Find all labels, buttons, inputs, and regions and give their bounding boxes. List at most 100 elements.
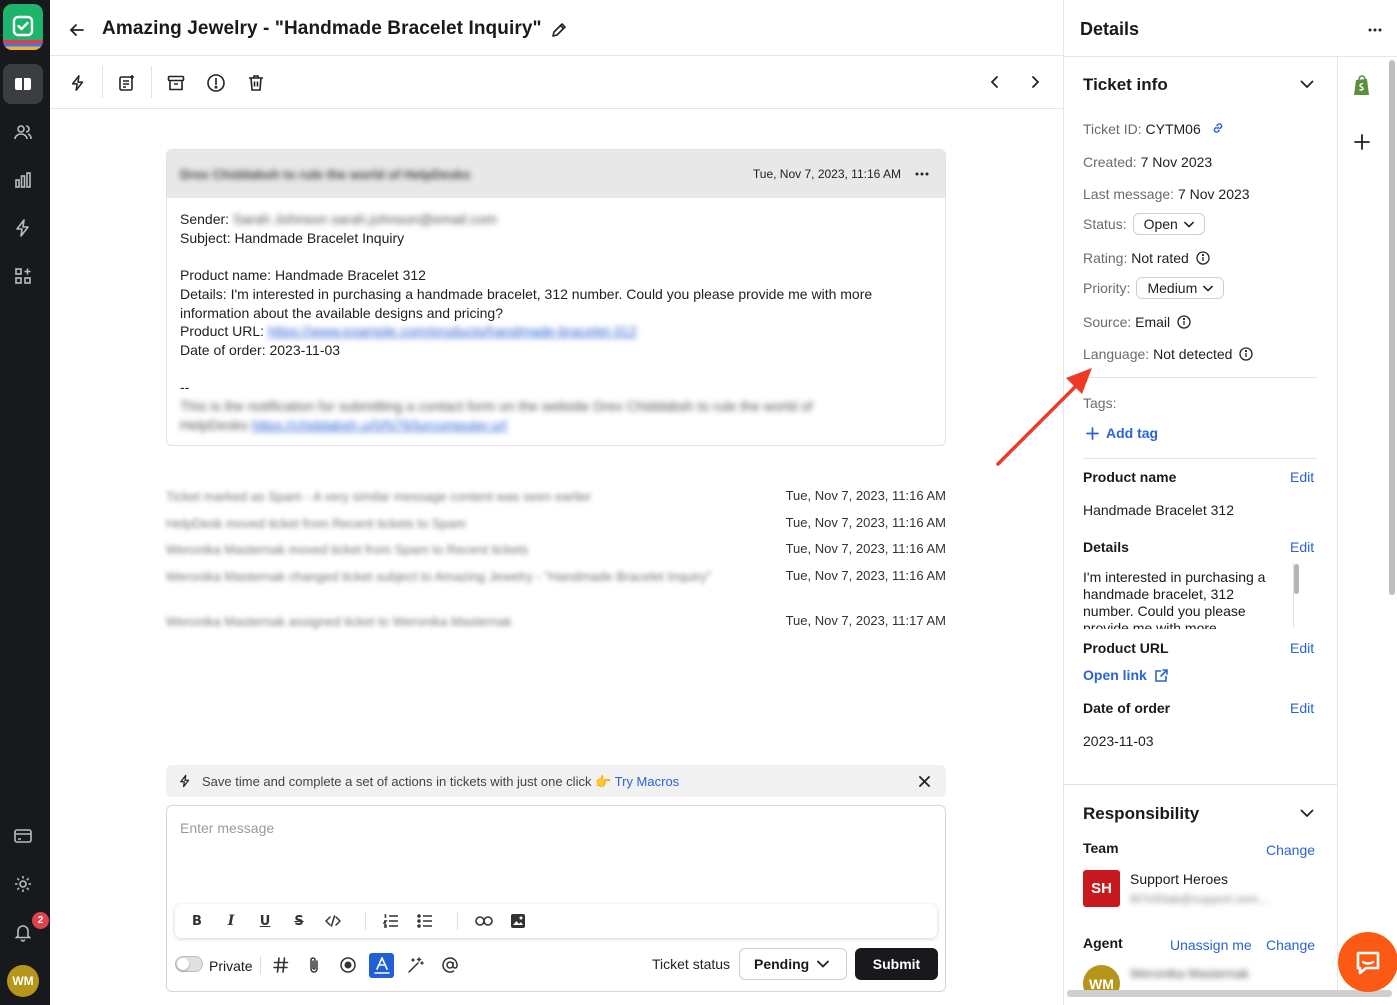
- logo-stripe: [3, 40, 43, 50]
- automation-nav-button[interactable]: [3, 208, 43, 248]
- panel-vertical-scrollbar[interactable]: [1389, 60, 1395, 595]
- formatting-toolbar: B I U S: [175, 904, 937, 938]
- tickets-nav-button[interactable]: [3, 64, 43, 104]
- macros-banner: Save time and complete a set of actions …: [166, 765, 946, 797]
- team-name: Support Heroes: [1130, 871, 1229, 887]
- users-icon: [14, 125, 32, 140]
- message-footer: This is the notification for submitting …: [180, 398, 813, 415]
- private-toggle[interactable]: [175, 956, 203, 972]
- try-macros-link[interactable]: Try Macros: [615, 774, 680, 789]
- hashtag-button[interactable]: [270, 954, 292, 976]
- bullet-list-button[interactable]: [415, 911, 435, 931]
- live-chat-button[interactable]: [1338, 932, 1397, 992]
- details-title: Details: [1080, 19, 1140, 39]
- copy-link-icon[interactable]: [1211, 121, 1225, 135]
- record-button[interactable]: [337, 954, 359, 976]
- bold-button[interactable]: B: [187, 911, 207, 931]
- next-ticket-button[interactable]: [1024, 71, 1046, 93]
- add-tag-label: Add tag: [1106, 425, 1159, 441]
- last-message-value: 7 Nov 2023: [1177, 186, 1250, 202]
- ticket-info-collapse-button[interactable]: [1296, 74, 1318, 94]
- customers-nav-button[interactable]: [3, 112, 43, 152]
- status-row: Status: Open: [1083, 213, 1205, 235]
- ticket-status-label: Ticket status: [652, 956, 731, 972]
- priority-row: Priority: Medium: [1083, 277, 1225, 299]
- apps-nav-button[interactable]: [3, 256, 43, 296]
- message-input[interactable]: Enter message: [180, 820, 274, 836]
- previous-ticket-button[interactable]: [984, 71, 1006, 93]
- event-text: Ticket marked as Spam - A very similar m…: [166, 489, 592, 504]
- insert-link-button[interactable]: [474, 911, 494, 931]
- delete-button[interactable]: [244, 71, 268, 95]
- event-row: Weronika Masternak changed ticket subjec…: [166, 568, 946, 606]
- alert-circle-icon: [207, 74, 225, 92]
- ticket-id-row: Ticket ID: CYTM06: [1083, 121, 1225, 137]
- mark-spam-button[interactable]: [204, 71, 228, 95]
- status-select[interactable]: Open: [1132, 213, 1205, 235]
- gear-icon: [15, 876, 31, 892]
- edit-product-url-button[interactable]: Edit: [1290, 640, 1314, 656]
- last-message-label: Last message:: [1083, 186, 1175, 202]
- ai-assist-button[interactable]: [405, 954, 427, 976]
- info-icon[interactable]: [1239, 347, 1254, 361]
- underline-button[interactable]: U: [255, 911, 275, 931]
- chevron-down-icon: [817, 960, 830, 968]
- submit-button[interactable]: Submit: [855, 948, 938, 980]
- italic-button[interactable]: I: [221, 911, 241, 931]
- macros-button[interactable]: [66, 71, 90, 95]
- details-more-button[interactable]: [1364, 20, 1386, 40]
- open-link-button[interactable]: Open link: [1083, 667, 1169, 683]
- billing-nav-button[interactable]: [3, 816, 43, 856]
- insert-image-button[interactable]: [508, 911, 528, 931]
- chevron-down-icon: [1300, 80, 1314, 88]
- rating-value: Not rated: [1131, 250, 1189, 266]
- message-details: Details: I'm interested in purchasing a …: [180, 285, 877, 321]
- strikethrough-button[interactable]: S: [289, 911, 309, 931]
- back-button[interactable]: [66, 19, 88, 41]
- ticket-id-label: Ticket ID:: [1083, 121, 1142, 137]
- product-url-link[interactable]: https://www.example.com/products/handmad…: [268, 323, 637, 339]
- text-format-button[interactable]: [369, 953, 394, 978]
- unassign-me-button[interactable]: Unassign me: [1170, 937, 1252, 953]
- priority-select[interactable]: Medium: [1136, 277, 1225, 299]
- edit-details-button[interactable]: Edit: [1290, 539, 1314, 555]
- archive-button[interactable]: [164, 71, 188, 95]
- change-team-button[interactable]: Change: [1266, 842, 1315, 858]
- info-icon[interactable]: [1177, 315, 1191, 329]
- shopify-integration-button[interactable]: [1350, 74, 1374, 98]
- add-note-button[interactable]: [115, 71, 139, 95]
- event-text: Weronika Masternak assigned ticket to We…: [166, 614, 512, 629]
- reports-nav-button[interactable]: [3, 160, 43, 200]
- more-horizontal-icon: [1368, 28, 1382, 32]
- product-url-label: Product URL:: [180, 323, 265, 340]
- add-integration-button[interactable]: [1350, 130, 1374, 154]
- edit-date-of-order-button[interactable]: Edit: [1290, 700, 1314, 716]
- code-button[interactable]: [323, 911, 343, 931]
- logo-check-icon: [12, 15, 34, 37]
- info-icon[interactable]: [1196, 251, 1210, 265]
- close-banner-button[interactable]: [916, 773, 932, 789]
- ticket-status-select[interactable]: Pending: [739, 948, 847, 980]
- event-text: Weronika Masternak moved ticket from Spa…: [166, 542, 529, 557]
- message-footer-link[interactable]: https://chiddabsh.u/0/N76/lurcomputer.ur…: [252, 417, 507, 433]
- mention-button[interactable]: [439, 954, 461, 976]
- edit-product-name-button[interactable]: Edit: [1290, 469, 1314, 485]
- message-from: Drex Chiddabsh to rule the world of Help…: [180, 167, 471, 182]
- event-text: HelpDesk moved ticket from Recent ticket…: [166, 516, 466, 531]
- message-header: Drex Chiddabsh to rule the world of Help…: [167, 150, 945, 198]
- priority-value: Medium: [1147, 280, 1198, 296]
- numbered-list-button[interactable]: [381, 911, 401, 931]
- edit-title-button[interactable]: [548, 19, 570, 41]
- shopify-icon: [1354, 75, 1369, 95]
- macros-banner-text: Save time and complete a set of actions …: [202, 774, 612, 789]
- details-field-scroll-thumb[interactable]: [1294, 564, 1299, 594]
- change-agent-button[interactable]: Change: [1266, 937, 1315, 953]
- attach-button[interactable]: [303, 954, 325, 976]
- responsibility-collapse-button[interactable]: [1296, 803, 1318, 823]
- settings-nav-button[interactable]: [3, 864, 43, 904]
- message-date-of-order: Date of order: 2023-11-03: [180, 341, 341, 358]
- message-more-button[interactable]: [911, 164, 933, 184]
- panel-horizontal-scrollbar[interactable]: [1067, 990, 1392, 997]
- source-value: Email: [1135, 314, 1171, 330]
- user-avatar[interactable]: WM: [7, 965, 39, 997]
